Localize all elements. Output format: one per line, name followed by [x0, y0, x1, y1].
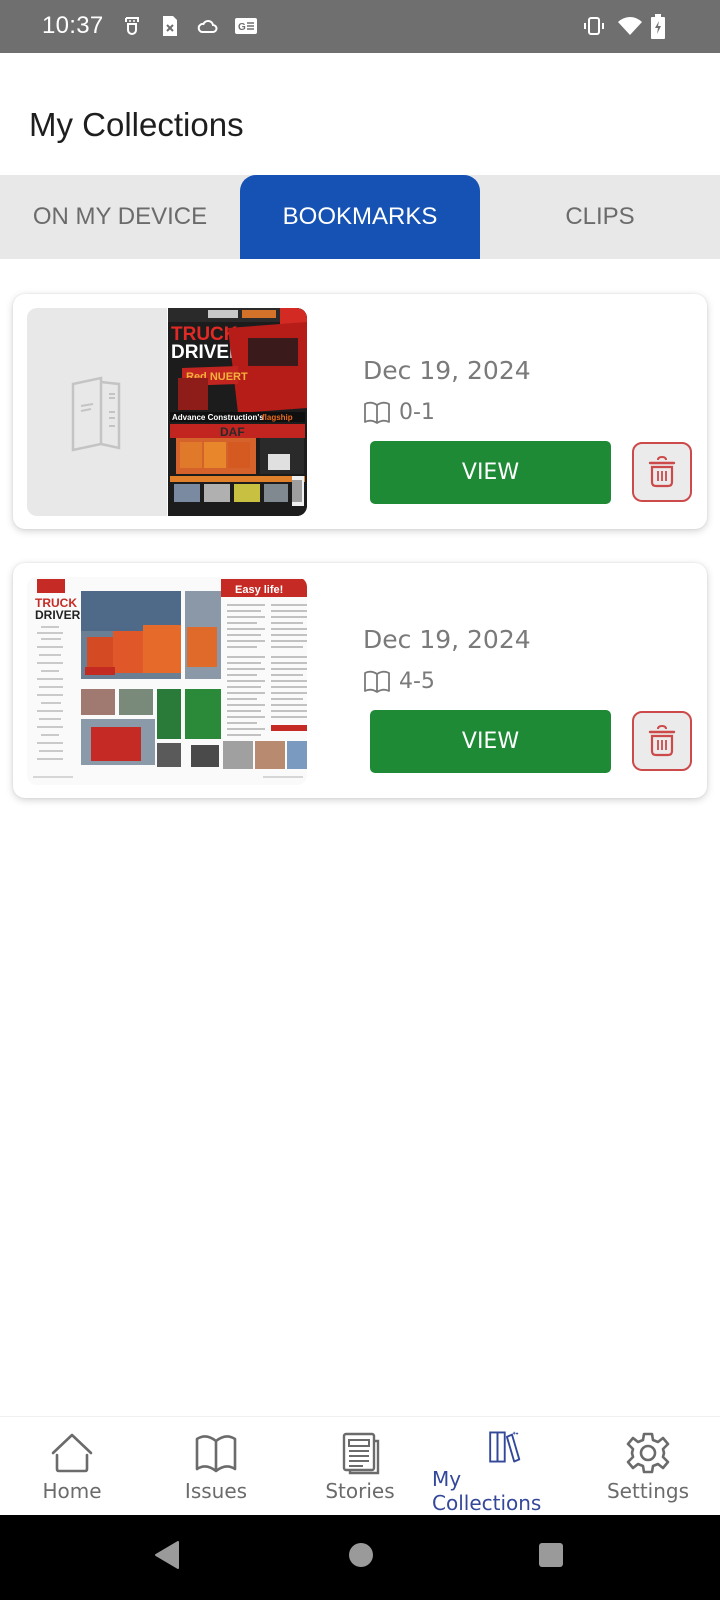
collections-icon [489, 1431, 521, 1463]
nav-item-settings[interactable]: Settings [576, 1417, 720, 1515]
nav-label: My Collections [432, 1467, 542, 1515]
nav-label: Issues [184, 1479, 248, 1503]
bookmark-date: Dec 19, 2024 [363, 625, 531, 654]
svg-text:Easy life!: Easy life! [235, 584, 283, 596]
bottom-nav: Home Issues Stories My Collections Setti… [0, 1416, 720, 1515]
status-time: 10:37 [42, 12, 104, 39]
recents-square-icon [539, 1543, 563, 1567]
nav-item-issues[interactable]: Issues [144, 1417, 288, 1515]
vibrate-icon [582, 14, 606, 38]
book-icon [364, 670, 390, 693]
cloud-icon [196, 14, 220, 38]
page-title: My Collections [29, 106, 244, 143]
battery-charging-icon [650, 14, 674, 39]
nav-item-home[interactable]: Home [0, 1417, 144, 1515]
app-header: My Collections [0, 53, 720, 175]
bookmark-card: TRUCK DRIVER Red NUERT Advance Construct… [13, 294, 707, 529]
sim-x-icon [158, 14, 182, 38]
nav-item-stories[interactable]: Stories [288, 1417, 432, 1515]
view-button[interactable]: VIEW [370, 441, 611, 504]
bookmark-pages: 0-1 [363, 400, 435, 425]
svg-text:flagship: flagship [262, 413, 293, 422]
tab-bookmarks[interactable]: BOOKMARKS [240, 175, 480, 259]
trash-icon [648, 725, 676, 757]
nav-item-my-collections[interactable]: My Collections [432, 1417, 576, 1515]
newspaper-icon [342, 1432, 380, 1475]
document-placeholder-icon [71, 376, 121, 452]
magazine-spread: TRUCK DRIVER Easy life! [27, 577, 307, 785]
bookmark-page-range: 4-5 [399, 669, 435, 694]
nav-label: Home [42, 1479, 102, 1503]
bookmark-thumbnail[interactable]: TRUCK DRIVER Red NUERT Advance Construct… [27, 308, 307, 516]
nav-label: Stories [325, 1479, 395, 1503]
trash-icon [648, 456, 676, 488]
back-triangle-icon [155, 1541, 179, 1569]
svg-text:G: G [238, 22, 246, 33]
svg-text:Advance Construction's: Advance Construction's [172, 413, 264, 422]
system-nav-bar [0, 1515, 720, 1600]
tab-clips[interactable]: CLIPS [480, 175, 720, 259]
recents-button[interactable] [538, 1542, 564, 1573]
tab-on-my-device[interactable]: ON MY DEVICE [0, 175, 240, 259]
back-button[interactable] [154, 1540, 180, 1575]
blank-page-placeholder [27, 308, 167, 516]
bookmark-card: TRUCK DRIVER Easy life! Dec 19, 2024 4-5… [13, 563, 707, 798]
collection-tabs: ON MY DEVICE BOOKMARKS CLIPS [0, 175, 720, 259]
home-button[interactable] [348, 1542, 374, 1573]
magazine-cover: TRUCK DRIVER Red NUERT Advance Construct… [168, 308, 307, 516]
wifi-icon [617, 14, 642, 38]
home-icon [51, 1433, 93, 1473]
gear-icon [626, 1432, 670, 1474]
bookmark-page-range: 0-1 [399, 400, 435, 425]
svg-text:DAF: DAF [220, 425, 245, 439]
svg-text:DRIVER: DRIVER [35, 608, 81, 622]
news-app-icon: G [234, 14, 258, 38]
delete-bookmark-button[interactable] [632, 711, 692, 771]
view-button[interactable]: VIEW [370, 710, 611, 773]
home-circle-icon [349, 1543, 373, 1567]
status-bar: 10:37 G [0, 0, 720, 53]
bookmark-date: Dec 19, 2024 [363, 356, 531, 385]
nav-label: Settings [606, 1479, 690, 1503]
bookmark-thumbnail[interactable]: TRUCK DRIVER Easy life! [27, 577, 307, 785]
book-icon [364, 401, 390, 424]
notification-app-icon [120, 14, 144, 38]
book-icon [195, 1435, 237, 1473]
bookmark-pages: 4-5 [363, 669, 435, 694]
delete-bookmark-button[interactable] [632, 442, 692, 502]
